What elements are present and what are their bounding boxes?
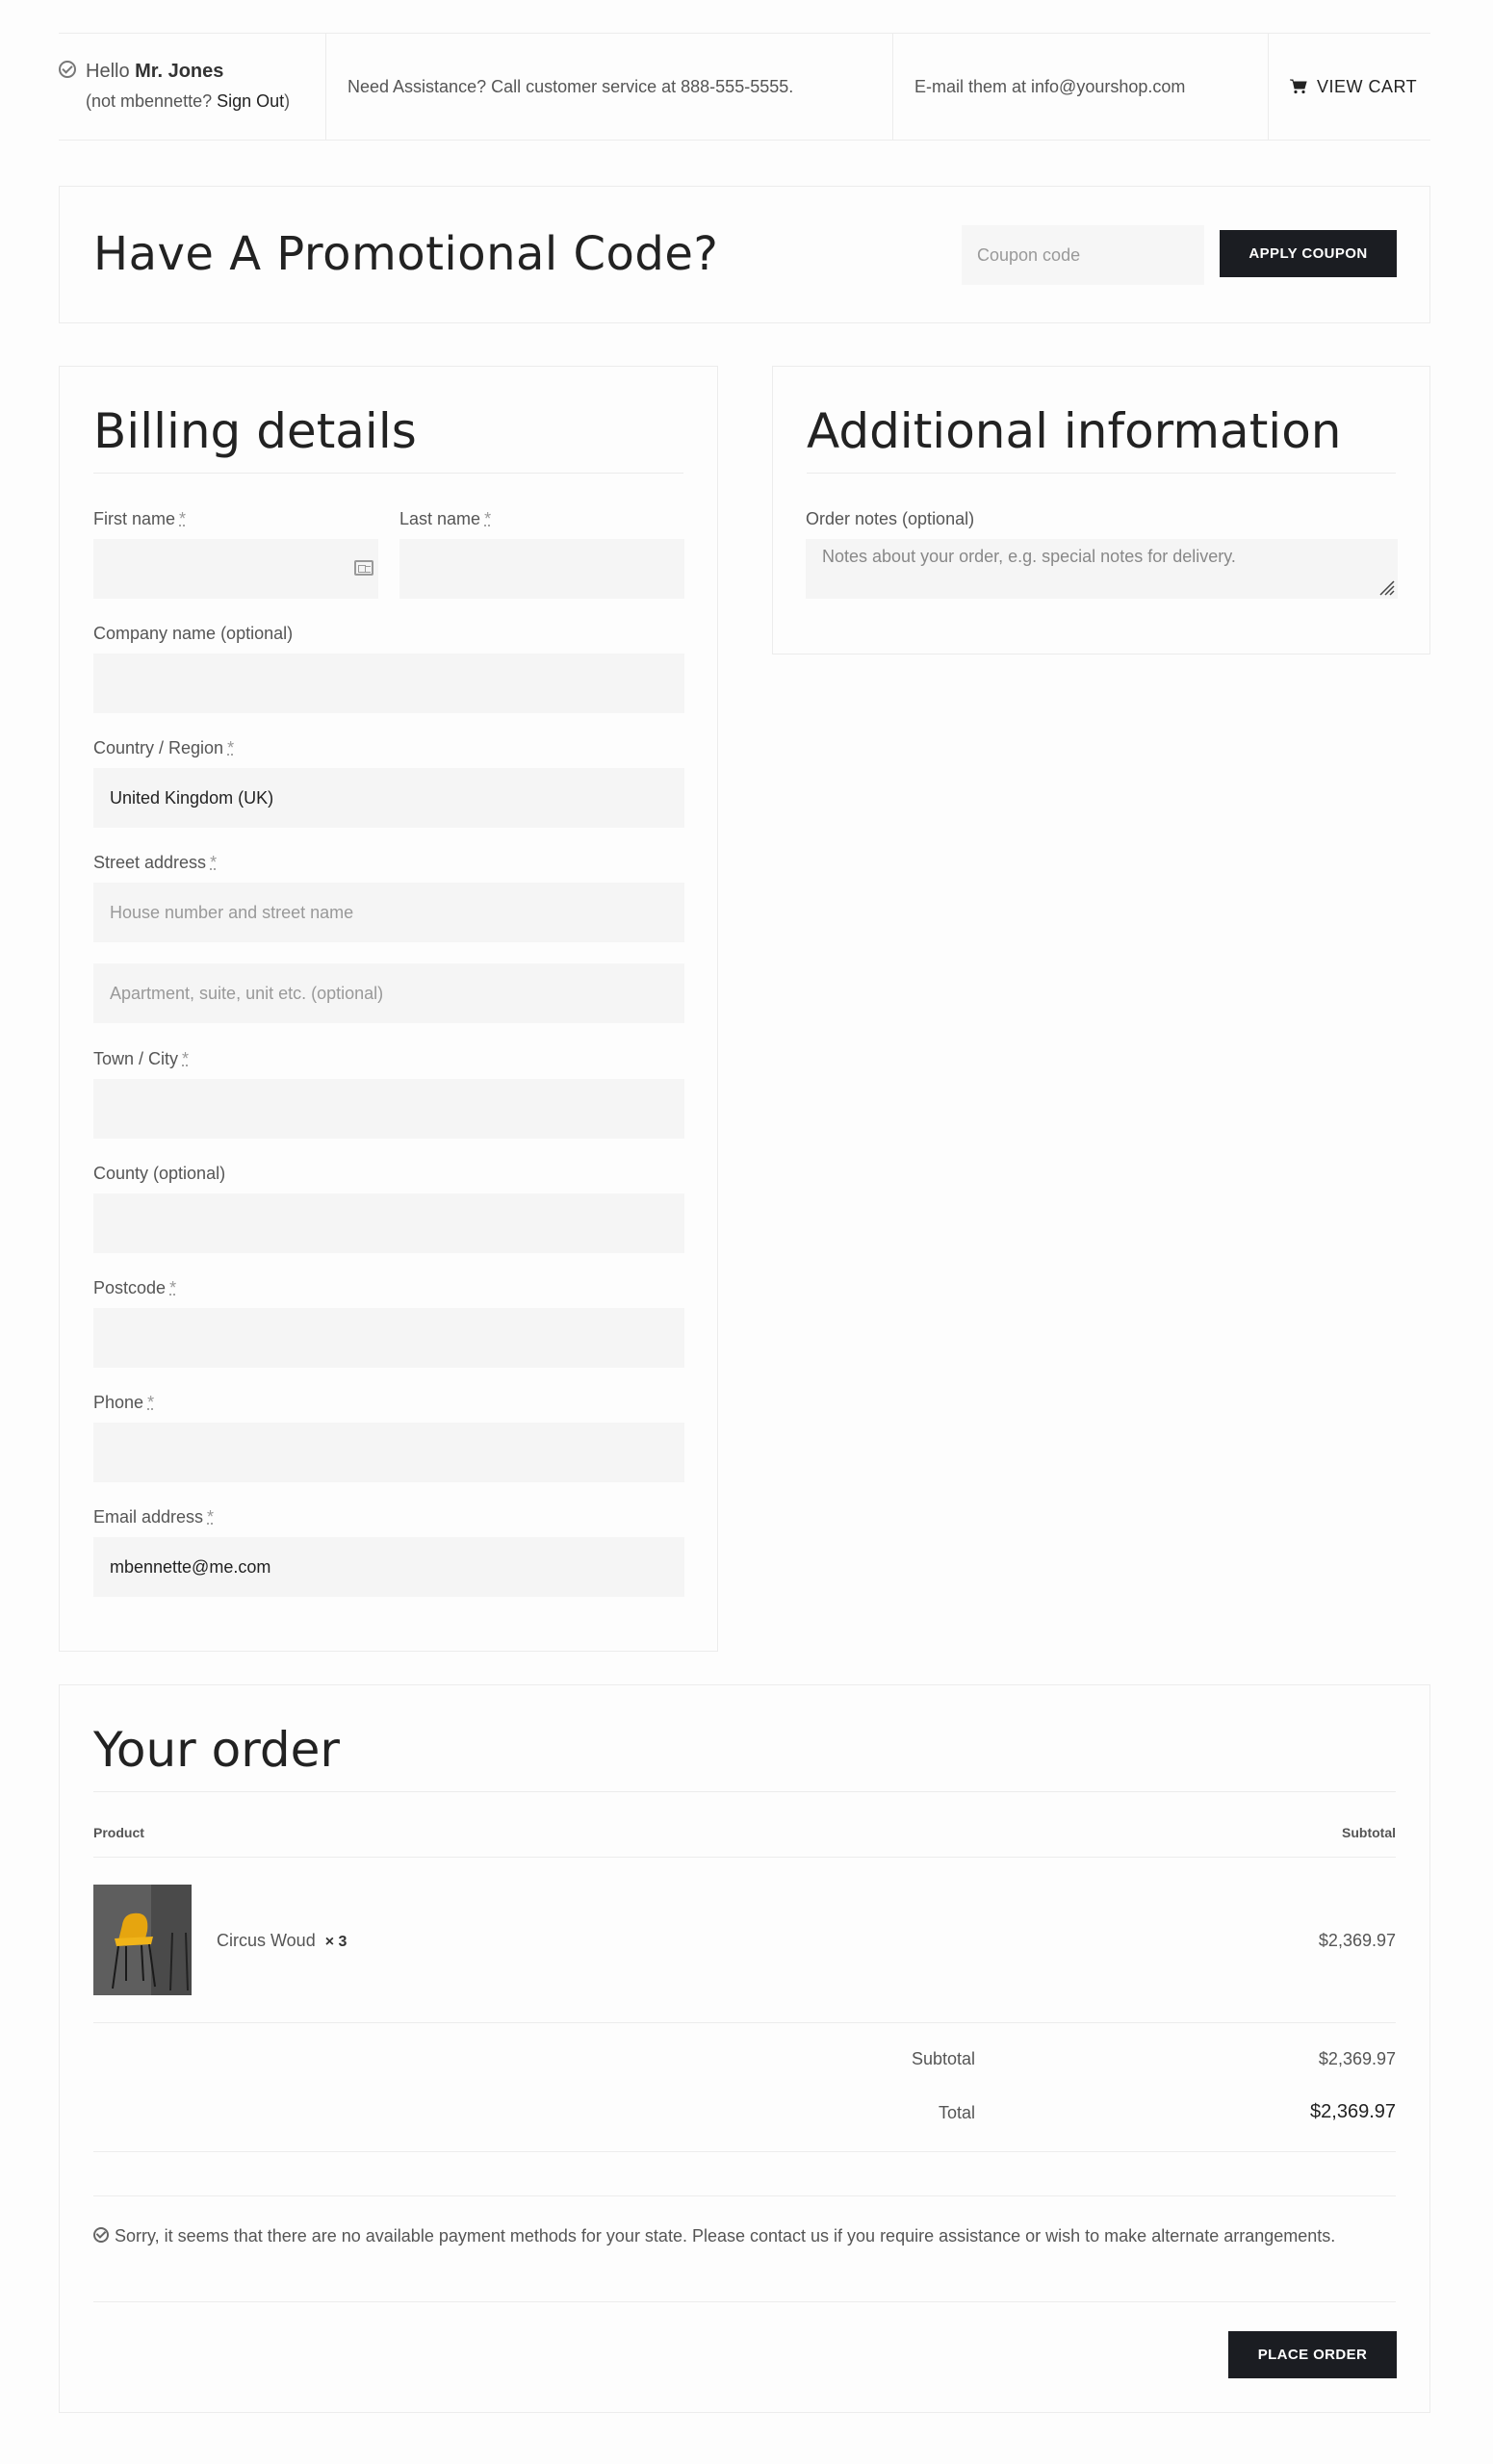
header-bar: Hello Mr. Jones (not mbennette? Sign Out…	[59, 33, 1430, 141]
product-column-header: Product	[93, 1825, 144, 1840]
first-name-field[interactable]	[93, 539, 378, 599]
country-value: United Kingdom (UK)	[110, 787, 274, 808]
phone-field[interactable]	[93, 1423, 684, 1482]
promo-box: Have A Promotional Code? APPLY COUPON	[59, 186, 1430, 323]
apply-coupon-button[interactable]: APPLY COUPON	[1220, 230, 1397, 277]
order-box: Your order Product Subtotal Circus Woud …	[59, 1684, 1430, 2413]
greeting: Hello Mr. Jones	[86, 61, 224, 82]
first-name-label: First name *	[93, 509, 187, 528]
street-placeholder-1: House number and street name	[110, 902, 354, 922]
greeting-cell: Hello Mr. Jones (not mbennette? Sign Out…	[59, 34, 326, 140]
order-notes-label: Order notes (optional)	[806, 509, 975, 528]
phone-label: Phone *	[93, 1393, 155, 1412]
payment-notice: Sorry, it seems that there are no availa…	[115, 2226, 1336, 2246]
billing-box: Billing details First name * Last name * C…	[59, 366, 718, 1652]
order-item-name: Circus Woud × 3	[217, 1931, 348, 1950]
view-cart-label: VIEW CART	[1317, 76, 1418, 96]
contact-card-icon	[354, 560, 373, 576]
user-name: Mr. Jones	[135, 61, 224, 82]
city-field[interactable]	[93, 1079, 684, 1139]
last-name-label: Last name *	[399, 509, 492, 528]
divider	[93, 1857, 1396, 1858]
street-address-1-field[interactable]: House number and street name	[93, 883, 684, 942]
email-label: Email address *	[93, 1507, 215, 1527]
street-address-2-field[interactable]: Apartment, suite, unit etc. (optional)	[93, 963, 684, 1023]
view-cart-link[interactable]: VIEW CART	[1269, 34, 1430, 140]
billing-title: Billing details	[93, 403, 417, 459]
assistance-text: Need Assistance? Call customer service a…	[326, 34, 893, 140]
order-item-subtotal: $2,369.97	[1318, 1931, 1396, 1950]
total-label: Total	[938, 2103, 975, 2122]
county-label: County (optional)	[93, 1164, 226, 1183]
country-select[interactable]: United Kingdom (UK)	[93, 768, 684, 828]
resize-grip-icon[interactable]	[1377, 578, 1395, 596]
sign-out-link[interactable]: Sign Out	[217, 91, 284, 111]
order-notes-textarea[interactable]: Notes about your order, e.g. special not…	[806, 539, 1398, 599]
divider	[93, 1791, 1396, 1792]
divider	[93, 2151, 1396, 2152]
divider	[93, 473, 683, 474]
place-order-button[interactable]: PLACE ORDER	[1228, 2331, 1397, 2378]
postcode-label: Postcode *	[93, 1278, 177, 1297]
check-circle-icon	[59, 61, 76, 78]
last-name-field[interactable]	[399, 539, 684, 599]
not-user-line: (not mbennette? Sign Out)	[86, 91, 291, 111]
divider	[93, 2022, 1396, 2023]
email-value: mbennette@me.com	[110, 1556, 271, 1577]
additional-title: Additional information	[807, 403, 1342, 459]
promo-title: Have A Promotional Code?	[93, 227, 719, 281]
street-placeholder-2: Apartment, suite, unit etc. (optional)	[110, 983, 384, 1003]
subtotal-label: Subtotal	[911, 2049, 975, 2068]
subtotal-value: $2,369.97	[1318, 2049, 1396, 2068]
chair-image	[93, 1885, 192, 1995]
total-value: $2,369.97	[1310, 2101, 1396, 2122]
coupon-input[interactable]	[962, 225, 1204, 285]
company-field[interactable]	[93, 654, 684, 713]
divider	[807, 473, 1396, 474]
country-label: Country / Region *	[93, 738, 235, 757]
additional-info-box: Additional information Order notes (opti…	[772, 366, 1430, 654]
cart-icon	[1290, 79, 1307, 94]
street-label: Street address *	[93, 853, 218, 872]
product-thumbnail[interactable]	[93, 1885, 192, 1995]
divider	[93, 2301, 1396, 2302]
subtotal-column-header: Subtotal	[1342, 1825, 1396, 1840]
city-label: Town / City *	[93, 1049, 190, 1068]
order-notes-placeholder: Notes about your order, e.g. special not…	[822, 547, 1236, 566]
order-item-qty: × 3	[324, 1934, 348, 1950]
county-field[interactable]	[93, 1194, 684, 1253]
order-title: Your order	[93, 1722, 340, 1778]
divider	[93, 2195, 1396, 2196]
postcode-field[interactable]	[93, 1308, 684, 1368]
company-label: Company name (optional)	[93, 624, 294, 643]
email-field[interactable]: mbennette@me.com	[93, 1537, 684, 1597]
email-text: E-mail them at info@yourshop.com	[893, 34, 1269, 140]
